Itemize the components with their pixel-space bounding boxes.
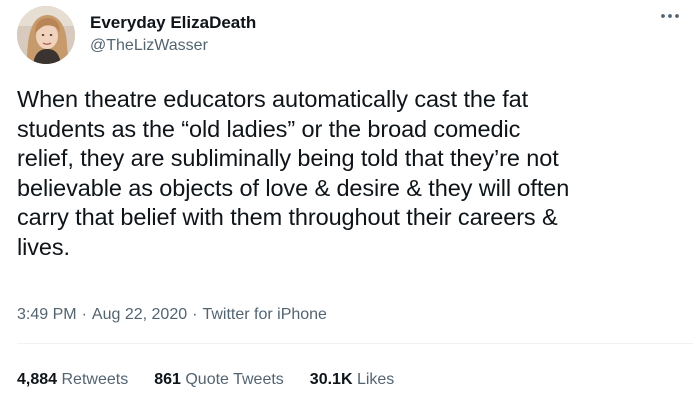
avatar-photo-icon	[17, 6, 75, 64]
retweets-label: Retweets	[61, 371, 129, 388]
tweet-date[interactable]: Aug 22, 2020	[92, 306, 187, 323]
tweet-text: When theatre educators automatically cas…	[17, 86, 570, 260]
tweet-time[interactable]: 3:49 PM	[17, 306, 77, 323]
more-options-button[interactable]	[657, 6, 683, 26]
meta-separator: ·	[192, 306, 198, 323]
quote-tweets-count: 861	[154, 371, 181, 388]
retweets-count: 4,884	[17, 371, 58, 388]
tweet-stats: 4,884 Retweets 861 Quote Tweets 30.1K Li…	[17, 371, 394, 389]
author-display-name[interactable]: Everyday ElizaDeath	[90, 13, 256, 33]
retweets-stat[interactable]: 4,884 Retweets	[17, 371, 128, 389]
tweet-source[interactable]: Twitter for iPhone	[202, 306, 327, 323]
likes-label: Likes	[356, 371, 395, 388]
quote-tweets-stat[interactable]: 861 Quote Tweets	[154, 371, 284, 389]
meta-separator: ·	[81, 306, 87, 323]
divider	[17, 343, 693, 344]
tweet-metadata: 3:49 PM · Aug 22, 2020 · Twitter for iPhone	[17, 306, 327, 324]
more-icon	[661, 14, 679, 18]
tweet-card: Everyday ElizaDeath @TheLizWasser When t…	[0, 0, 693, 401]
likes-count: 30.1K	[309, 371, 353, 388]
likes-stat[interactable]: 30.1K Likes	[310, 371, 395, 389]
quote-tweets-label: Quote Tweets	[185, 371, 284, 388]
author-handle[interactable]: @TheLizWasser	[90, 37, 208, 55]
author-avatar[interactable]	[17, 6, 75, 64]
